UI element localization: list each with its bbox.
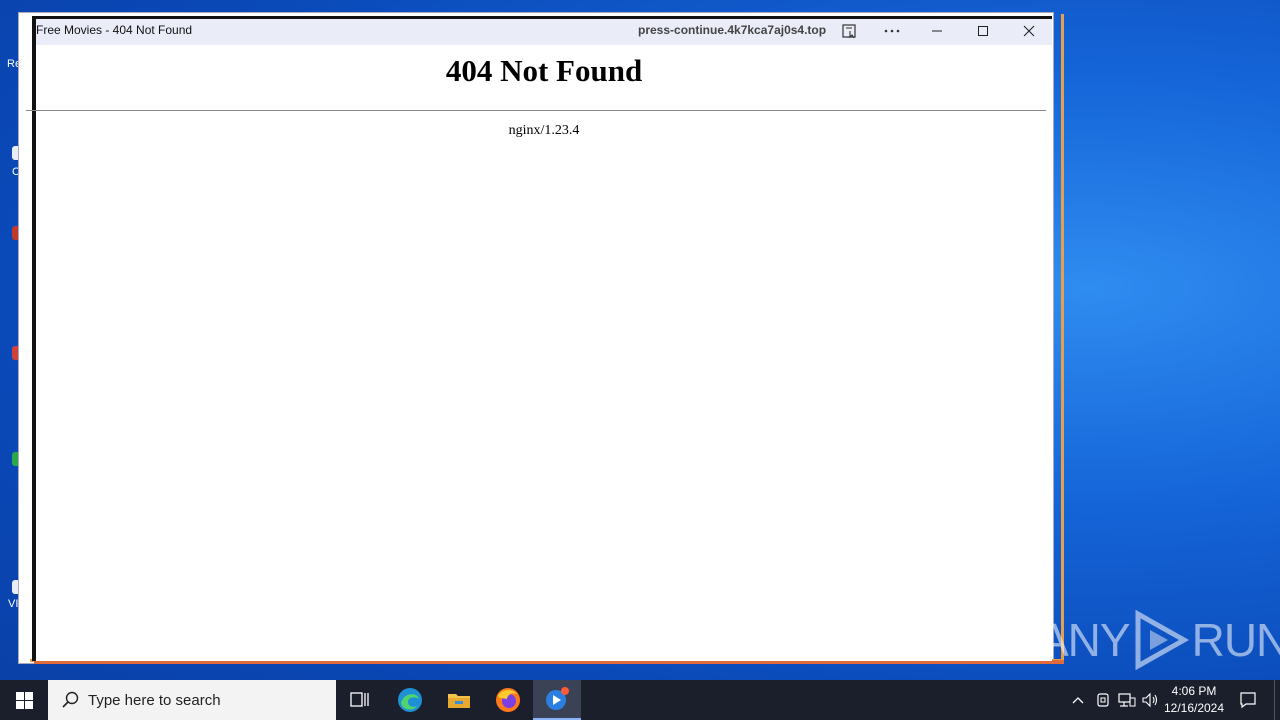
search-icon: [62, 691, 79, 708]
watermark-text-left: ANY: [1038, 614, 1131, 666]
taskbar: Type here to search 4:06 PM 12/16/2024: [0, 680, 1280, 720]
url-display: press-continue.4k7kca7aj0s4.top: [638, 23, 827, 37]
notification-icon: [1240, 692, 1256, 709]
page-heading: 404 Not Found: [445, 53, 643, 88]
minimize-icon: [932, 30, 942, 32]
reader-view-button[interactable]: [830, 19, 870, 43]
chevron-up-icon: [1072, 697, 1084, 704]
folder-icon: [448, 694, 470, 708]
task-view-button[interactable]: [336, 680, 384, 720]
close-button[interactable]: [1009, 19, 1049, 43]
clock-date: 12/16/2024: [1163, 701, 1225, 715]
taskbar-media-player[interactable]: [533, 680, 581, 720]
popup-titlebar[interactable]: Free Movies - 404 Not Found press-contin…: [36, 19, 1052, 45]
edge-icon: [398, 688, 422, 712]
more-icon: [884, 29, 900, 33]
reader-view-icon: [842, 24, 856, 39]
play-logo-icon: [1135, 610, 1189, 670]
taskbar-edge[interactable]: [386, 680, 434, 720]
search-box[interactable]: Type here to search: [48, 680, 336, 720]
page-content: 404 Not Found nginx/1.23.4: [26, 45, 1052, 661]
divider: [26, 110, 1046, 111]
media-player-icon: [546, 687, 569, 710]
firefox-icon: [496, 688, 520, 712]
clock-time: 4:06 PM: [1171, 684, 1217, 698]
popup-window[interactable]: Free Movies - 404 Not Found press-contin…: [26, 16, 1052, 661]
tray-overflow-button[interactable]: [1068, 680, 1088, 720]
volume-icon: [1142, 692, 1158, 708]
taskbar-firefox[interactable]: [484, 680, 532, 720]
show-desktop-divider[interactable]: [1274, 680, 1275, 720]
window-title: Free Movies - 404 Not Found: [36, 23, 193, 37]
watermark-text-right: RUN: [1191, 614, 1280, 666]
maximize-button[interactable]: [963, 19, 1003, 43]
clock[interactable]: 4:06 PM 12/16/2024: [1158, 683, 1230, 717]
search-placeholder: Type here to search: [88, 691, 221, 709]
network-icon: [1118, 693, 1136, 707]
windows-logo-icon: [15, 691, 33, 709]
watermark: ANY RUN: [1038, 608, 1280, 672]
close-icon: [1023, 25, 1035, 37]
start-button[interactable]: [0, 680, 48, 720]
minimize-button[interactable]: [917, 19, 957, 43]
device-icon: [1097, 693, 1109, 707]
taskbar-file-explorer[interactable]: [435, 680, 483, 720]
task-view-icon: [350, 692, 369, 707]
tray-volume[interactable]: [1140, 680, 1160, 720]
tray-device[interactable]: [1094, 680, 1112, 720]
more-button[interactable]: [872, 19, 912, 43]
server-signature: nginx/1.23.4: [508, 123, 580, 138]
maximize-icon: [978, 26, 988, 36]
tray-network[interactable]: [1117, 680, 1137, 720]
notifications-button[interactable]: [1234, 680, 1262, 720]
